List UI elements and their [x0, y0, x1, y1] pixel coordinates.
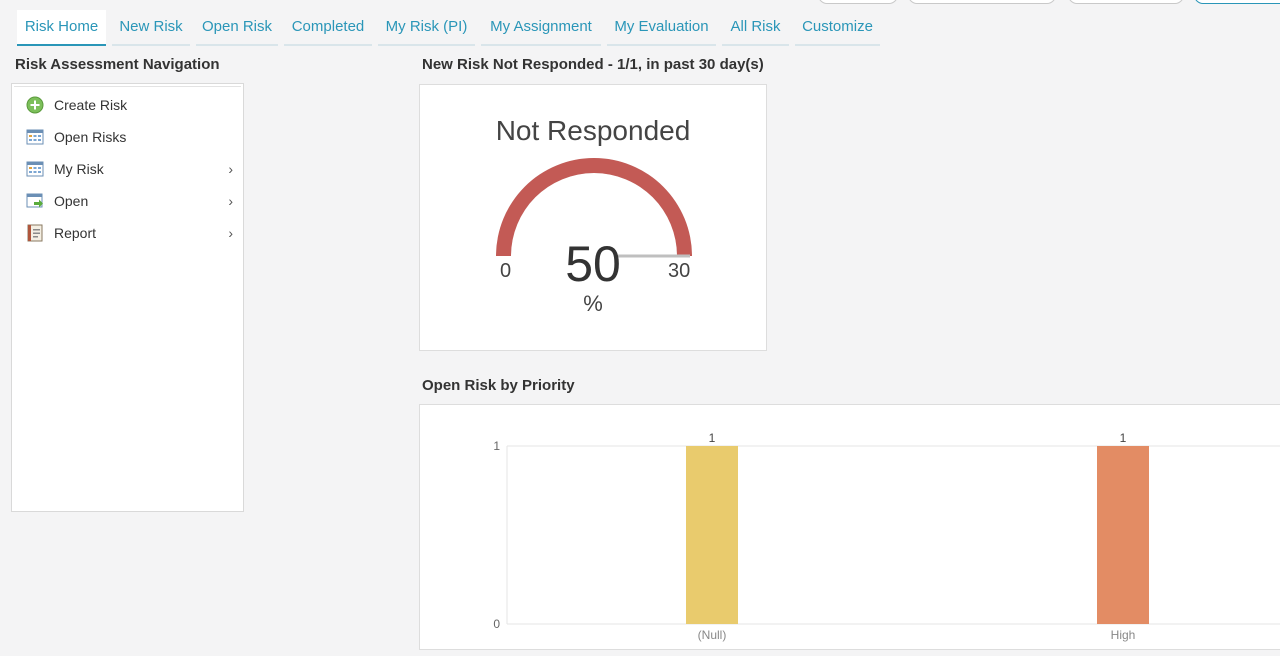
bar [1097, 446, 1149, 624]
tab-completed[interactable]: Completed [284, 10, 372, 46]
x-tick-label: (Null) [698, 628, 727, 642]
open-risk-by-priority-chart-card: 0 1 1 (Null) 1 High [419, 404, 1280, 650]
chevron-right-icon: › [228, 161, 233, 177]
sidebar-item-my-risk[interactable]: My Risk › [12, 154, 243, 184]
sidebar-item-label: Open [54, 193, 89, 209]
priority-bar-chart: 0 1 1 (Null) 1 High [493, 431, 1280, 642]
sidebar-item-label: My Risk [54, 161, 104, 177]
sidebar-title: Risk Assessment Navigation [15, 56, 220, 73]
bar-data-label: 1 [1120, 431, 1127, 445]
tab-bar: Risk Home New Risk Open Risk Completed M… [0, 8, 1280, 46]
window-arrow-icon [26, 192, 44, 210]
bar-data-label: 1 [709, 431, 716, 445]
grid-table-icon [26, 160, 44, 178]
toolbar-button[interactable] [818, 0, 898, 4]
grid-table-icon [26, 128, 44, 146]
tab-customize[interactable]: Customize [795, 10, 880, 46]
tab-open-risk[interactable]: Open Risk [196, 10, 278, 46]
tab-new-risk[interactable]: New Risk [112, 10, 190, 46]
risk-navigation-panel: Create Risk Open Risks My Risk › Open › … [11, 83, 244, 512]
tab-risk-home[interactable]: Risk Home [17, 10, 106, 46]
plus-circle-icon [26, 96, 44, 114]
chevron-right-icon: › [228, 193, 233, 209]
y-tick-label: 0 [493, 617, 500, 631]
tab-my-evaluation[interactable]: My Evaluation [607, 10, 716, 46]
sidebar-item-report[interactable]: Report › [12, 218, 243, 248]
chevron-right-icon: › [228, 225, 233, 241]
y-tick-label: 1 [493, 439, 500, 453]
sidebar-item-label: Create Risk [54, 97, 128, 113]
gauge-panel-title: New Risk Not Responded - 1/1, in past 30… [422, 56, 764, 73]
tab-all-risk[interactable]: All Risk [722, 10, 789, 46]
sidebar-item-open-risks[interactable]: Open Risks [12, 122, 243, 152]
sidebar-item-open[interactable]: Open › [12, 186, 243, 216]
gauge-unit: % [583, 291, 603, 316]
tab-my-risk-pi[interactable]: My Risk (PI) [378, 10, 475, 46]
report-book-icon [26, 224, 44, 242]
not-responded-gauge-card: Not Responded 0 30 50 % [419, 84, 767, 351]
toolbar-button[interactable] [908, 0, 1056, 4]
sidebar-item-create-risk[interactable]: Create Risk [12, 90, 243, 120]
toolbar-button[interactable] [1068, 0, 1184, 4]
bar [686, 446, 738, 624]
x-tick-label: High [1111, 628, 1136, 642]
priority-panel-title: Open Risk by Priority [422, 377, 575, 394]
toolbar-button[interactable] [1194, 0, 1280, 4]
sidebar-item-label: Open Risks [54, 129, 127, 145]
gauge-value: 50 [565, 236, 621, 292]
sidebar-item-label: Report [54, 225, 97, 241]
tab-my-assignment[interactable]: My Assignment [481, 10, 601, 46]
top-toolbar-strip [0, 0, 1280, 8]
